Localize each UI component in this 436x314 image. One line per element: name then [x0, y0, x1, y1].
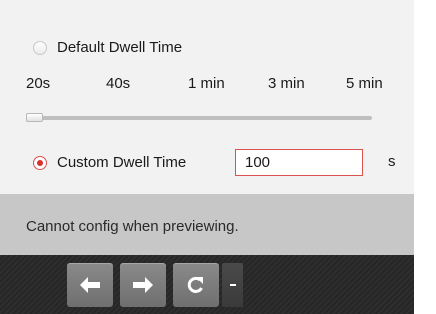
tick-label-5min: 5 min: [346, 75, 383, 92]
default-dwell-label: Default Dwell Time: [57, 39, 183, 56]
custom-dwell-radio[interactable]: [33, 155, 47, 170]
default-dwell-radio[interactable]: [33, 40, 47, 55]
tick-label-20s: 20s: [26, 75, 51, 92]
dropdown-icon: [229, 284, 236, 286]
back-button[interactable]: [67, 263, 113, 307]
forward-button[interactable]: [120, 263, 166, 307]
toolbar: [0, 255, 414, 314]
dwell-slider-track[interactable]: [27, 116, 372, 120]
toolbar-dropdown-button[interactable]: [222, 263, 243, 307]
status-bar: Cannot config when previewing.: [0, 194, 414, 255]
status-message: Cannot config when previewing.: [26, 218, 239, 235]
arrow-left-icon: [80, 277, 100, 293]
refresh-button[interactable]: [173, 263, 219, 307]
arrow-right-icon: [133, 277, 153, 293]
default-dwell-option[interactable]: Default Dwell Time: [33, 39, 182, 56]
refresh-icon: [187, 276, 203, 293]
dwell-time-panel: Default Dwell Time 20s 40s 1 min 3 min 5…: [0, 0, 414, 194]
custom-dwell-option[interactable]: Custom Dwell Time: [33, 154, 186, 171]
custom-dwell-input[interactable]: [235, 149, 363, 176]
tick-label-1min: 1 min: [188, 75, 225, 92]
custom-dwell-label: Custom Dwell Time: [57, 154, 187, 171]
tick-label-3min: 3 min: [268, 75, 305, 92]
tick-label-40s: 40s: [106, 75, 131, 92]
dwell-slider-thumb[interactable]: [26, 113, 43, 122]
dwell-unit-label: s: [388, 153, 396, 170]
